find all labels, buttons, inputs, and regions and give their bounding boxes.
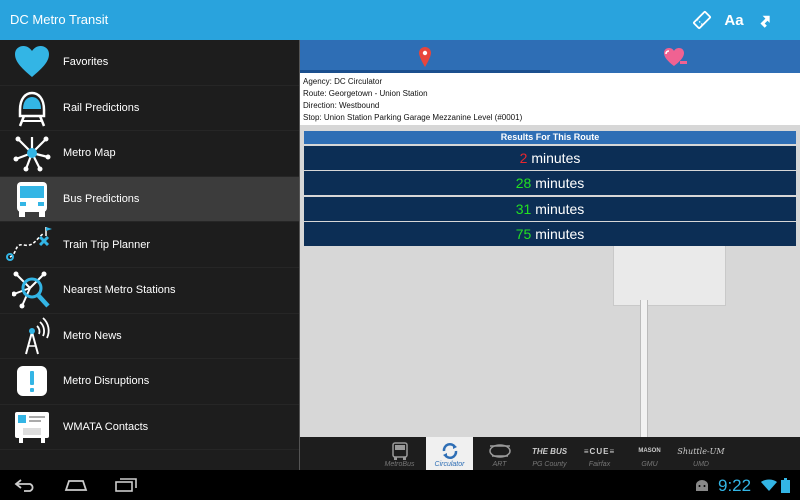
nav-label-bus-predictions: Bus Predictions <box>63 193 140 206</box>
circulator-icon <box>441 441 459 461</box>
tab-bar <box>300 40 800 73</box>
cue-logo: ≡ CUE ≡ <box>584 441 615 461</box>
info-agency: Agency: DC Circulator <box>303 77 383 86</box>
alert-icon <box>12 361 52 401</box>
result-row: 31 minutes <box>304 196 796 221</box>
info-route: Route: Georgetown - Union Station <box>303 89 428 98</box>
agency-label: Fairfax <box>588 461 611 468</box>
shuttle-um-logo: Shuttle-UM <box>677 446 725 456</box>
nav-item-train-trip-planner[interactable]: Train Trip Planner <box>0 222 299 268</box>
heart-icon <box>12 42 52 82</box>
nearest-stations-icon <box>12 270 52 310</box>
nav-item-favorites[interactable]: Favorites <box>0 40 299 86</box>
agency-pg-county[interactable]: THE BUS PG County <box>526 437 573 470</box>
navigation-drawer: Favorites Rail Predictions Metro Map Bus… <box>0 40 300 470</box>
result-unit: minutes <box>535 226 585 242</box>
home-icon[interactable] <box>62 475 90 495</box>
result-minutes-value: 28 <box>515 175 532 191</box>
cue-logo-right: ≡ <box>609 446 616 456</box>
stop-info: Agency: DC Circulator Route: Georgetown … <box>300 73 800 125</box>
result-minutes-value: 31 <box>515 200 532 217</box>
nav-item-bus-predictions[interactable]: Bus Predictions <box>0 176 299 223</box>
nav-item-nearest-metro-stations[interactable]: Nearest Metro Stations <box>0 268 299 314</box>
result-row: 28 minutes <box>304 171 796 195</box>
bus-icon <box>12 179 52 219</box>
back-icon[interactable] <box>12 475 40 495</box>
clock: 9:22 <box>718 476 752 495</box>
battery-icon <box>778 475 792 495</box>
wifi-icon <box>760 475 778 495</box>
mason-shuttles-logo: MASON <box>638 448 661 454</box>
tab-favorites[interactable] <box>550 40 800 73</box>
result-row: 75 minutes <box>304 222 796 246</box>
agency-art[interactable]: ART <box>476 437 523 470</box>
agency-label: GMU <box>641 461 658 468</box>
metro-map-icon <box>12 133 52 173</box>
agency-label: PG County <box>532 461 567 468</box>
nav-label-metro-map: Metro Map <box>63 147 116 160</box>
nav-label-metro-disruptions: Metro Disruptions <box>63 375 150 388</box>
tab-stop-location[interactable] <box>300 40 550 73</box>
app-title: DC Metro Transit <box>10 12 109 27</box>
nav-label-rail-predictions: Rail Predictions <box>63 101 140 114</box>
action-bar: DC Metro Transit Aa <box>0 0 800 40</box>
map-pin-icon <box>419 46 431 67</box>
result-minutes-value: 2 <box>519 149 528 166</box>
font-size-icon[interactable]: Aa <box>722 8 746 32</box>
stop-photo-pole <box>640 300 648 437</box>
nav-label-nearest-metro-stations: Nearest Metro Stations <box>63 284 176 297</box>
result-unit: minutes <box>531 149 581 166</box>
agency-circulator[interactable]: Circulator <box>426 437 473 470</box>
heart-plus-icon <box>664 47 687 66</box>
agency-label: ART <box>492 461 507 468</box>
results-list: Results For This Route 2 minutes 28 minu… <box>304 131 796 246</box>
nav-item-wmata-contacts[interactable]: WMATA Contacts <box>0 405 299 451</box>
bus-predictions-panel: Agency: DC Circulator Route: Georgetown … <box>300 40 800 437</box>
nav-label-favorites: Favorites <box>63 56 109 69</box>
train-icon <box>12 88 52 128</box>
agency-label: Circulator <box>434 461 465 468</box>
info-stop: Stop: Union Station Parking Garage Mezza… <box>303 113 523 122</box>
cue-logo-text: CUE <box>589 446 610 456</box>
nav-label-wmata-contacts: WMATA Contacts <box>63 421 149 434</box>
agency-label: UMD <box>693 461 709 468</box>
result-unit: minutes <box>535 200 585 217</box>
result-minutes-value: 75 <box>515 226 532 242</box>
nav-label-train-trip-planner: Train Trip Planner <box>63 238 151 251</box>
recent-apps-icon[interactable] <box>112 475 140 495</box>
nav-item-rail-predictions[interactable]: Rail Predictions <box>0 86 299 132</box>
ticket-icon[interactable] <box>690 8 714 32</box>
nav-item-metro-map[interactable]: Metro Map <box>0 131 299 177</box>
results-header: Results For This Route <box>304 131 796 144</box>
result-unit: minutes <box>535 175 585 191</box>
contacts-icon <box>12 407 52 447</box>
share-icon[interactable] <box>752 8 776 32</box>
system-bar: 9:22 <box>0 470 800 500</box>
font-size-icon-text: Aa <box>724 11 744 29</box>
info-direction: Direction: Westbound <box>303 101 380 110</box>
the-bus-logo: THE BUS <box>531 446 568 456</box>
nav-item-metro-news[interactable]: Metro News <box>0 314 299 360</box>
agency-umd[interactable]: Shuttle-UM UMD <box>676 437 726 470</box>
agency-metrobus[interactable]: MetroBus <box>376 437 423 470</box>
result-row: 2 minutes <box>304 145 796 170</box>
agency-bar: MetroBus Circulator ART THE BUS PG Count… <box>300 437 800 470</box>
agency-gmu[interactable]: MASON GMU <box>626 437 673 470</box>
metrobus-icon <box>391 441 408 461</box>
agency-fairfax[interactable]: ≡ CUE ≡ Fairfax <box>576 437 623 470</box>
art-icon <box>488 441 512 461</box>
antenna-icon <box>12 316 52 356</box>
trip-planner-icon <box>4 225 52 265</box>
android-debug-icon <box>688 475 716 495</box>
nav-item-metro-disruptions[interactable]: Metro Disruptions <box>0 359 299 405</box>
agency-label: MetroBus <box>384 461 415 468</box>
nav-label-metro-news: Metro News <box>63 329 122 342</box>
